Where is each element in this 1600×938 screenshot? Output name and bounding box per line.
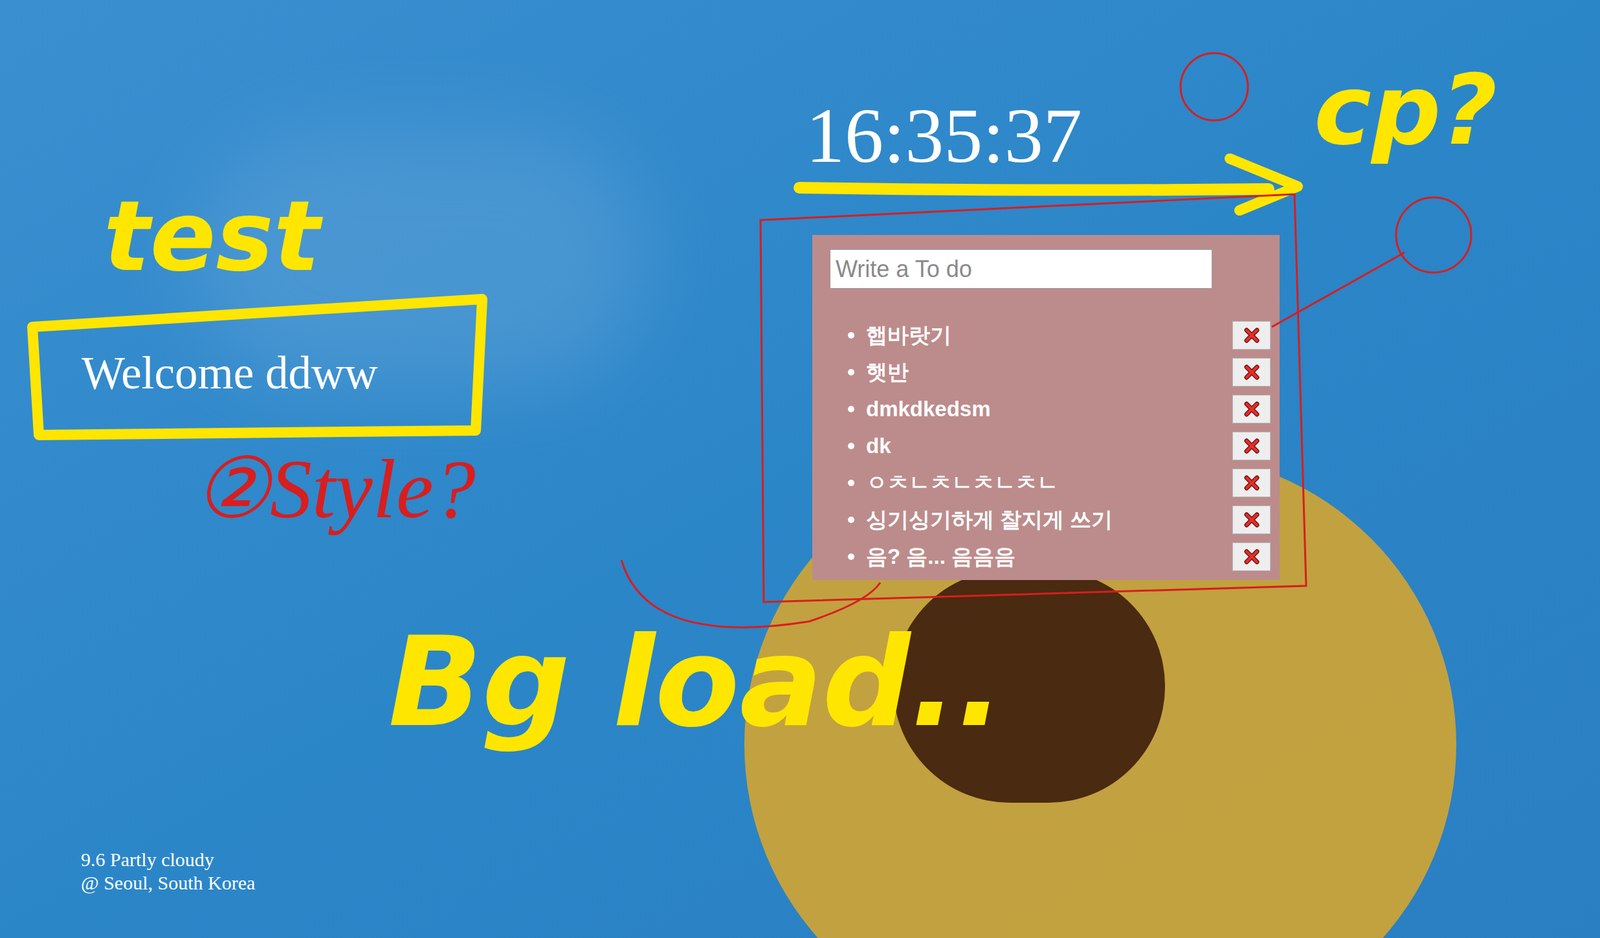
weather-location: @ Seoul, South Korea — [80, 871, 256, 895]
todo-text: 햅바랏기 — [866, 319, 952, 352]
bullet — [847, 442, 855, 450]
annotation-text: test — [103, 187, 320, 285]
todo-item: 음? 음... 음음음 — [829, 537, 1263, 575]
weather: 9.6 Partly cloudy@ Seoul, South Korea — [80, 847, 256, 895]
todo-text: dmkdkedsm — [866, 392, 991, 426]
delete-button[interactable] — [1232, 542, 1271, 571]
bullet — [847, 332, 855, 339]
bullet — [847, 516, 855, 523]
delete-x-icon — [1243, 474, 1261, 492]
delete-button[interactable] — [1232, 431, 1271, 461]
todo-item: dmkdkedsm — [829, 390, 1263, 428]
annotation-text: Bg load.. — [388, 621, 1004, 745]
annotation-text: cp? — [1313, 61, 1498, 159]
todo-item: 싱기싱기하게 찰지게 쓰기 — [829, 500, 1263, 538]
delete-x-icon — [1243, 363, 1261, 381]
delete-button[interactable] — [1232, 505, 1271, 534]
background-photo — [0, 0, 1600, 938]
delete-button[interactable] — [1232, 468, 1271, 498]
todo-text: 싱기싱기하게 찰지게 쓰기 — [866, 503, 1113, 536]
delete-button[interactable] — [1232, 394, 1271, 424]
delete-x-icon — [1243, 548, 1261, 566]
bullet — [847, 368, 855, 376]
greeting: Welcome ddww — [81, 344, 378, 402]
delete-button[interactable] — [1232, 321, 1271, 350]
todo-text: ㅇㅊㄴㅊㄴㅊㄴㅊㄴ — [866, 466, 1059, 500]
todo-item: 햇반 — [829, 353, 1263, 391]
todo-text: 햇반 — [866, 355, 909, 389]
delete-x-icon — [1243, 326, 1261, 344]
delete-x-icon — [1243, 400, 1261, 418]
annotation-strokes — [0, 0, 1600, 938]
delete-x-icon — [1243, 511, 1261, 529]
page: 16:35:37 Welcome ddww 햅바랏기햇반dmkdkedsmdkㅇㅊㄴ… — [0, 0, 1600, 938]
clock: 16:35:37 — [805, 97, 1083, 175]
weather-condition: 9.6 Partly cloudy — [80, 847, 256, 872]
delete-button[interactable] — [1232, 357, 1271, 387]
todo-item: 햅바랏기 — [829, 316, 1263, 354]
todo-input[interactable] — [829, 249, 1213, 289]
todo-text: 음? 음... 음음음 — [866, 540, 1016, 573]
todo-list: 햅바랏기햇반dmkdkedsmdkㅇㅊㄴㅊㄴㅊㄴㅊㄴ싱기싱기하게 찰지게 쓰기음… — [829, 316, 1263, 575]
delete-x-icon — [1243, 437, 1261, 455]
todo-panel: 햅바랏기햇반dmkdkedsmdkㅇㅊㄴㅊㄴㅊㄴㅊㄴ싱기싱기하게 찰지게 쓰기음… — [812, 234, 1280, 580]
bullet — [847, 405, 855, 413]
todo-item: dk — [829, 427, 1263, 465]
bullet — [847, 553, 855, 560]
bullet — [847, 479, 855, 487]
todo-text: dk — [866, 429, 892, 463]
annotation-text: ②Style? — [194, 446, 476, 531]
todo-item: ㅇㅊㄴㅊㄴㅊㄴㅊㄴ — [829, 464, 1263, 501]
